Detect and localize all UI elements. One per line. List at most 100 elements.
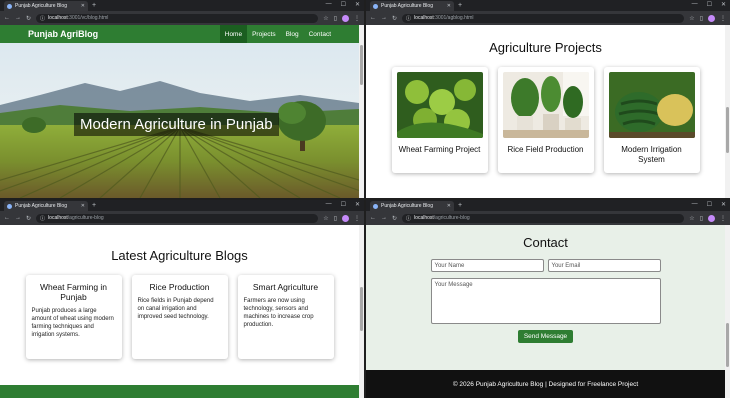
project-name: Modern Irrigation System bbox=[621, 145, 682, 164]
scrollbar-thumb[interactable] bbox=[360, 287, 363, 331]
tab-strip: Punjab Agriculture Blog ✕ + — ☐ ✕ bbox=[366, 200, 730, 211]
browser-tab[interactable]: Punjab Agriculture Blog ✕ bbox=[370, 201, 454, 211]
hero-title: Modern Agriculture in Punjab bbox=[74, 113, 279, 136]
name-field[interactable]: Your Name bbox=[430, 259, 544, 272]
reload-icon[interactable]: ↻ bbox=[392, 215, 397, 222]
menu-kebab-icon[interactable]: ⋮ bbox=[720, 215, 726, 222]
new-tab-icon[interactable]: + bbox=[458, 1, 462, 11]
send-message-button[interactable]: Send Message bbox=[517, 330, 574, 343]
bookmark-star-icon[interactable]: ☆ bbox=[323, 215, 328, 222]
profile-avatar[interactable] bbox=[342, 214, 349, 222]
scrollbar-thumb[interactable] bbox=[726, 107, 729, 153]
page-viewport: Contact Your Name Your Email Your Messag… bbox=[366, 225, 730, 398]
nav-home[interactable]: Home bbox=[219, 25, 248, 43]
profile-avatar[interactable] bbox=[708, 214, 715, 222]
scrollbar-thumb[interactable] bbox=[360, 45, 363, 85]
split-view-icon[interactable]: ▯ bbox=[334, 215, 337, 222]
blog-card[interactable]: Wheat Farming in Punjab Punjab produces … bbox=[25, 275, 122, 359]
menu-kebab-icon[interactable]: ⋮ bbox=[354, 215, 360, 222]
forward-icon[interactable]: → bbox=[15, 215, 21, 221]
address-bar-row: ← → ↻ ⓘ localhost:3001/vc/blog.html ☆ ▯ … bbox=[0, 11, 364, 25]
close-window-icon[interactable]: ✕ bbox=[355, 1, 360, 8]
maximize-icon[interactable]: ☐ bbox=[341, 201, 346, 208]
new-tab-icon[interactable]: + bbox=[458, 201, 462, 211]
forward-icon[interactable]: → bbox=[381, 15, 387, 21]
profile-avatar[interactable] bbox=[342, 14, 349, 22]
favicon-icon bbox=[7, 3, 12, 9]
close-window-icon[interactable]: ✕ bbox=[721, 1, 726, 8]
address-bar-row: ← → ↻ ⓘ localhost/agriculture-blog ☆ ▯ ⋮ bbox=[0, 211, 364, 225]
split-view-icon[interactable]: ▯ bbox=[700, 215, 703, 222]
menu-kebab-icon[interactable]: ⋮ bbox=[720, 15, 726, 22]
back-icon[interactable]: ← bbox=[4, 15, 10, 21]
url-host: localhost bbox=[414, 15, 434, 21]
site-info-icon[interactable]: ⓘ bbox=[40, 215, 45, 222]
maximize-icon[interactable]: ☐ bbox=[707, 201, 712, 208]
scrollbar[interactable] bbox=[359, 225, 364, 398]
split-view-icon[interactable]: ▯ bbox=[334, 15, 337, 22]
browser-tab[interactable]: Punjab Agriculture Blog ✕ bbox=[370, 1, 454, 11]
forward-icon[interactable]: → bbox=[15, 15, 21, 21]
minimize-icon[interactable]: — bbox=[692, 1, 698, 8]
menu-kebab-icon[interactable]: ⋮ bbox=[354, 15, 360, 22]
bookmark-star-icon[interactable]: ☆ bbox=[323, 15, 328, 22]
scrollbar[interactable] bbox=[725, 25, 730, 198]
url-input[interactable]: ⓘ localhost/agriculture-blog bbox=[402, 213, 685, 223]
bookmark-star-icon[interactable]: ☆ bbox=[689, 15, 694, 22]
project-card[interactable]: Modern Irrigation System bbox=[603, 67, 700, 173]
profile-avatar[interactable] bbox=[708, 14, 715, 22]
back-icon[interactable]: ← bbox=[370, 215, 376, 221]
scrollbar[interactable] bbox=[725, 225, 730, 398]
close-tab-icon[interactable]: ✕ bbox=[81, 3, 85, 9]
scrollbar[interactable] bbox=[359, 25, 364, 198]
url-host: localhost bbox=[414, 215, 434, 221]
scrollbar-thumb[interactable] bbox=[726, 323, 729, 367]
forward-icon[interactable]: → bbox=[381, 215, 387, 221]
site-info-icon[interactable]: ⓘ bbox=[40, 15, 45, 22]
back-icon[interactable]: ← bbox=[4, 215, 10, 221]
nav-contact[interactable]: Contact bbox=[304, 25, 336, 43]
reload-icon[interactable]: ↻ bbox=[392, 15, 397, 22]
site-info-icon[interactable]: ⓘ bbox=[406, 215, 411, 222]
footer-band bbox=[0, 385, 359, 398]
minimize-icon[interactable]: — bbox=[326, 1, 332, 8]
project-card[interactable]: Wheat Farming Project bbox=[391, 67, 488, 173]
browser-tab[interactable]: Punjab Agriculture Blog ✕ bbox=[4, 1, 88, 11]
bookmark-star-icon[interactable]: ☆ bbox=[689, 215, 694, 222]
close-window-icon[interactable]: ✕ bbox=[355, 201, 360, 208]
contact-inputs: Your Name Your Email bbox=[366, 259, 725, 272]
favicon-icon bbox=[373, 203, 378, 209]
section-title: Contact bbox=[523, 235, 568, 250]
back-icon[interactable]: ← bbox=[370, 15, 376, 21]
browser-tab[interactable]: Punjab Agriculture Blog ✕ bbox=[4, 201, 88, 211]
reload-icon[interactable]: ↻ bbox=[26, 215, 31, 222]
url-input[interactable]: ⓘ localhost/agriculture-blog bbox=[36, 213, 319, 223]
maximize-icon[interactable]: ☐ bbox=[707, 1, 712, 8]
url-input[interactable]: ⓘ localhost:3001/vc/blog.html bbox=[36, 13, 319, 23]
close-tab-icon[interactable]: ✕ bbox=[81, 203, 85, 209]
email-field[interactable]: Your Email bbox=[547, 259, 661, 272]
contact-section: Contact Your Name Your Email Your Messag… bbox=[366, 225, 725, 370]
project-card[interactable]: Rice Field Production bbox=[497, 67, 594, 173]
url-input[interactable]: ⓘ localhost:3001/agblog.html bbox=[402, 13, 685, 23]
site-brand[interactable]: Punjab AgriBlog bbox=[28, 29, 98, 39]
blog-card[interactable]: Rice Production Rice fields in Punjab de… bbox=[131, 275, 228, 359]
new-tab-icon[interactable]: + bbox=[92, 1, 96, 11]
close-tab-icon[interactable]: ✕ bbox=[447, 3, 451, 9]
new-tab-icon[interactable]: + bbox=[92, 201, 96, 211]
reload-icon[interactable]: ↻ bbox=[26, 15, 31, 22]
close-window-icon[interactable]: ✕ bbox=[721, 201, 726, 208]
blog-card[interactable]: Smart Agriculture Farmers are now using … bbox=[237, 275, 334, 359]
minimize-icon[interactable]: — bbox=[692, 201, 698, 208]
site-info-icon[interactable]: ⓘ bbox=[406, 15, 411, 22]
page-viewport: Latest Agriculture Blogs Wheat Farming i… bbox=[0, 225, 364, 398]
message-field[interactable]: Your Message bbox=[430, 278, 661, 324]
nav-blog[interactable]: Blog bbox=[281, 25, 304, 43]
minimize-icon[interactable]: — bbox=[326, 201, 332, 208]
split-view-icon[interactable]: ▯ bbox=[700, 15, 703, 22]
close-tab-icon[interactable]: ✕ bbox=[447, 203, 451, 209]
site-footer: © 2026 Punjab Agriculture Blog | Designe… bbox=[366, 370, 725, 398]
address-bar-row: ← → ↻ ⓘ localhost/agriculture-blog ☆ ▯ ⋮ bbox=[366, 211, 730, 225]
maximize-icon[interactable]: ☐ bbox=[341, 1, 346, 8]
nav-projects[interactable]: Projects bbox=[247, 25, 280, 43]
